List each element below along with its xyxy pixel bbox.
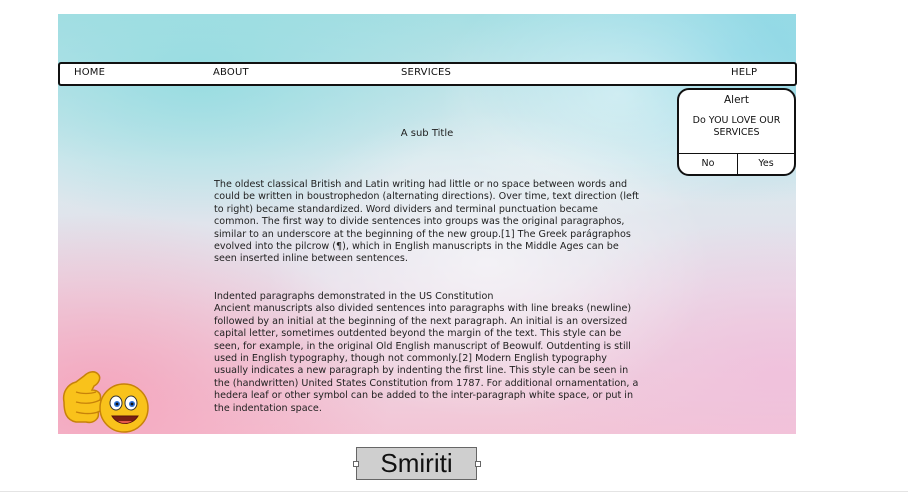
top-navbar: HOME ABOUT SERVICES HELP	[58, 62, 797, 86]
page-subtitle: A sub Title	[400, 128, 454, 139]
alert-title: Alert	[724, 94, 749, 106]
thumbs-up-smiley-icon	[62, 371, 149, 433]
alert-actions: No Yes	[679, 153, 794, 174]
nav-help-link[interactable]: HELP	[731, 67, 757, 78]
alert-message: Do YOU LOVE OUR SERVICES	[692, 115, 781, 138]
author-name-box: Smiriti	[356, 447, 477, 480]
nav-about-link[interactable]: ABOUT	[213, 67, 249, 78]
left-resize-handle[interactable]	[353, 461, 359, 467]
nav-services-link[interactable]: SERVICES	[401, 67, 451, 78]
page: HOME ABOUT SERVICES HELP A sub Title The…	[0, 0, 908, 495]
alert-dialog: Alert Do YOU LOVE OUR SERVICES No Yes	[677, 88, 796, 176]
paragraph-heading: Indented paragraphs demonstrated in the …	[214, 291, 494, 302]
alert-yes-button[interactable]: Yes	[738, 154, 794, 174]
paragraph-body: Ancient manuscripts also divided sentenc…	[214, 303, 639, 414]
alert-no-button[interactable]: No	[679, 154, 738, 174]
nav-home-link[interactable]: HOME	[74, 67, 105, 78]
paragraph-history: The oldest classical British and Latin w…	[214, 179, 639, 265]
right-resize-handle[interactable]	[475, 461, 481, 467]
paragraph-indented: Indented paragraphs demonstrated in the …	[214, 291, 644, 415]
page-divider	[0, 491, 908, 492]
